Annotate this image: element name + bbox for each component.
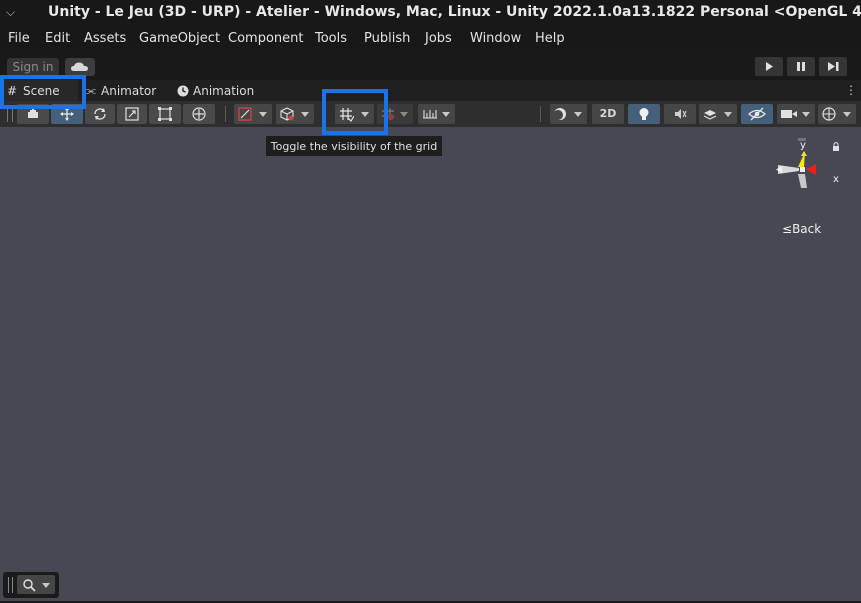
chevron-down-icon bbox=[442, 112, 450, 117]
step-button[interactable] bbox=[819, 57, 847, 76]
separator bbox=[225, 106, 226, 122]
gizmo-center-cube[interactable] bbox=[800, 167, 805, 172]
toggle-2d-label: 2D bbox=[599, 107, 617, 120]
chevron-down-icon bbox=[802, 112, 810, 117]
scale-tool-button[interactable] bbox=[117, 104, 147, 124]
camera-dropdown[interactable] bbox=[777, 104, 815, 124]
layers-icon bbox=[703, 110, 717, 120]
play-button[interactable] bbox=[755, 57, 783, 76]
gizmo-y-axis-tip bbox=[801, 151, 807, 156]
gizmo-x-label: x bbox=[833, 174, 839, 185]
gizmos-dropdown[interactable] bbox=[818, 104, 856, 124]
scene-search-button[interactable] bbox=[3, 572, 59, 598]
cloud-icon bbox=[71, 62, 88, 71]
grid-toggle-highlight bbox=[322, 89, 388, 135]
play-icon bbox=[766, 62, 773, 71]
chevron-down-icon bbox=[259, 112, 267, 117]
scene-tab-highlight bbox=[0, 75, 86, 109]
search-icon bbox=[23, 579, 36, 592]
menu-assets[interactable]: Assets bbox=[84, 31, 126, 46]
menu-tools[interactable]: Tools bbox=[315, 31, 347, 46]
pivot-icon bbox=[238, 107, 252, 121]
audio-muted-icon bbox=[675, 109, 687, 119]
menu-help[interactable]: Help bbox=[535, 31, 565, 46]
chevron-down-icon bbox=[42, 583, 50, 588]
chevron-down-icon bbox=[843, 112, 851, 117]
title-bar: ⌵ Unity - Le Jeu (3D - URP) - Atelier - … bbox=[0, 0, 861, 27]
ruler-icon bbox=[423, 110, 437, 119]
effects-dropdown[interactable] bbox=[699, 104, 737, 124]
search-dropdown[interactable] bbox=[17, 575, 55, 594]
tab-bar: # Scene ⫘ Animator Animation ⋮ bbox=[0, 80, 861, 101]
lock-icon[interactable] bbox=[833, 142, 839, 152]
chevron-down-icon bbox=[400, 112, 408, 117]
menu-publish[interactable]: Publish bbox=[364, 31, 410, 46]
window-title: Unity - Le Jeu (3D - URP) - Atelier - Wi… bbox=[48, 4, 861, 20]
tab-animator-label: Animator bbox=[101, 84, 157, 98]
more-options-icon[interactable]: ⋮ bbox=[845, 83, 857, 97]
transform-icon bbox=[192, 107, 206, 121]
scene-visibility-button[interactable] bbox=[741, 104, 773, 124]
animator-icon: ⫘ bbox=[86, 84, 96, 97]
menu-jobs[interactable]: Jobs bbox=[425, 31, 452, 46]
rect-tool-button[interactable] bbox=[149, 104, 181, 124]
menu-gameobject[interactable]: GameObject bbox=[139, 31, 220, 46]
chevron-down-icon bbox=[724, 112, 732, 117]
drag-handle-icon bbox=[8, 577, 13, 593]
eye-hidden-icon bbox=[748, 107, 766, 121]
pause-button[interactable] bbox=[787, 57, 815, 76]
camera-icon bbox=[781, 110, 797, 118]
cloud-button[interactable] bbox=[65, 58, 95, 76]
gizmo-neg-y-axis-base bbox=[798, 174, 807, 188]
rect-icon bbox=[158, 107, 172, 121]
grid-tooltip: Toggle the visibility of the grid bbox=[265, 135, 443, 157]
orientation-gizmo[interactable]: y x bbox=[770, 138, 850, 218]
transform-tool-button[interactable] bbox=[183, 104, 215, 124]
toggle-2d-button[interactable]: 2D bbox=[592, 104, 624, 124]
menu-component[interactable]: Component bbox=[228, 31, 303, 46]
shading-icon bbox=[553, 108, 566, 120]
gizmos-icon bbox=[822, 107, 836, 121]
scene-toolbar: 2D bbox=[0, 101, 861, 127]
menu-window[interactable]: Window bbox=[470, 31, 521, 46]
chevron-down-icon bbox=[574, 112, 582, 117]
increment-snap-dropdown[interactable] bbox=[418, 104, 455, 124]
chevron-down-icon[interactable]: ⌵ bbox=[6, 5, 15, 20]
gizmo-back-text: Back bbox=[792, 222, 822, 236]
clock-icon bbox=[177, 85, 189, 97]
menu-file[interactable]: File bbox=[8, 31, 30, 46]
chevron-left-icon: ≤ bbox=[782, 222, 793, 236]
rotate-tool-button[interactable] bbox=[85, 104, 115, 124]
main-toolbar: Sign in bbox=[0, 53, 861, 80]
lightbulb-icon bbox=[639, 108, 649, 120]
gizmo-back-label[interactable]: ≤Back bbox=[782, 222, 821, 236]
step-icon bbox=[828, 62, 839, 71]
rotate-icon bbox=[94, 108, 106, 120]
audio-toggle-button[interactable] bbox=[664, 104, 696, 124]
scene-viewport[interactable] bbox=[0, 127, 861, 601]
gizmo-x-axis[interactable] bbox=[806, 164, 816, 175]
chevron-down-icon bbox=[301, 112, 309, 117]
separator bbox=[540, 106, 541, 122]
pivot-dropdown[interactable] bbox=[234, 104, 272, 124]
menu-edit[interactable]: Edit bbox=[45, 31, 70, 46]
pause-icon bbox=[797, 62, 805, 71]
scale-icon bbox=[125, 107, 139, 121]
global-dropdown[interactable] bbox=[276, 104, 314, 124]
menu-bar: File Edit Assets GameObject Component To… bbox=[0, 27, 861, 51]
sign-in-button[interactable]: Sign in bbox=[7, 58, 59, 76]
lighting-toggle-button[interactable] bbox=[628, 104, 660, 124]
gizmo-y-label: y bbox=[800, 140, 806, 151]
draw-mode-dropdown[interactable] bbox=[550, 104, 587, 124]
tab-animation[interactable]: Animation bbox=[174, 80, 264, 101]
cube-icon bbox=[280, 107, 294, 121]
tab-animator[interactable]: ⫘ Animator bbox=[84, 80, 164, 101]
tab-animation-label: Animation bbox=[193, 84, 255, 98]
